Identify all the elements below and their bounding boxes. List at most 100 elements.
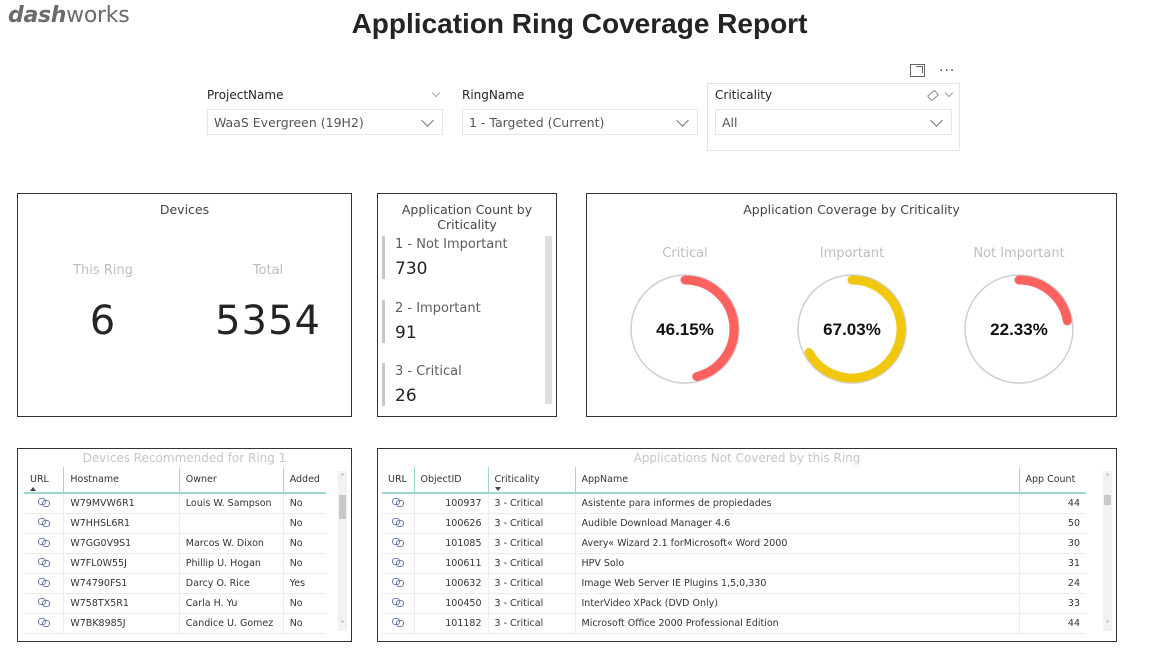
url-cell[interactable]	[24, 573, 64, 594]
link-icon[interactable]	[392, 577, 405, 587]
devices-card-title: Devices	[159, 202, 210, 217]
focus-mode-icon[interactable]	[910, 64, 925, 77]
table-row[interactable]: W74790FS1 Darcy O. Rice Yes	[24, 573, 326, 594]
url-cell[interactable]	[24, 493, 64, 514]
appname-cell: Asistente para informes de propiedades	[574, 493, 1019, 514]
column-header-app-count[interactable]: App Count	[1018, 467, 1086, 494]
scroll-down-icon[interactable]: ˅	[338, 620, 347, 629]
scroll-down-icon[interactable]: ˅	[1103, 620, 1112, 629]
column-header-url[interactable]: URL	[382, 467, 414, 494]
link-icon[interactable]	[38, 577, 51, 587]
coverage-card: Application Coverage by Criticality Crit…	[586, 193, 1117, 417]
owner-cell	[178, 513, 284, 534]
project-slicer-label: ProjectName	[207, 88, 284, 102]
objectid-cell: 100450	[413, 593, 488, 614]
app-count-scrollbar[interactable]	[545, 236, 552, 404]
table-row[interactable]: W7HHSL6R1 No	[24, 513, 326, 534]
chevron-down-icon[interactable]	[944, 88, 954, 98]
url-cell[interactable]	[382, 513, 414, 534]
url-cell[interactable]	[24, 553, 64, 574]
more-options-icon[interactable]: ···	[939, 64, 955, 78]
link-icon[interactable]	[38, 497, 51, 507]
added-cell: No	[282, 533, 326, 554]
project-dropdown[interactable]: WaaS Evergreen (19H2)	[207, 109, 443, 135]
app-count-row-value: 26	[395, 386, 417, 406]
ring-dropdown-value: 1 - Targeted (Current)	[469, 114, 605, 130]
link-icon[interactable]	[38, 617, 51, 627]
app-count-cell: 44	[1018, 613, 1086, 634]
clear-selection-icon[interactable]	[926, 89, 940, 101]
url-cell[interactable]	[24, 513, 64, 534]
url-cell[interactable]	[382, 533, 414, 554]
column-header-label: Owner	[185, 474, 217, 485]
table-row[interactable]: W7GG0V9S1 Marcos W. Dixon No	[24, 533, 326, 554]
added-cell: No	[282, 553, 326, 574]
table-row[interactable]: W7FL0W55J Phillip U. Hogan No	[24, 553, 326, 574]
column-header-appname[interactable]: AppName	[574, 467, 1019, 494]
gauge-label-not-important: Not Important	[973, 246, 1065, 261]
url-cell[interactable]	[24, 593, 64, 614]
table-row[interactable]: 101085 3 - Critical Avery« Wizard 2.1 forM…	[382, 533, 1086, 554]
table-row[interactable]: 100611 3 - Critical HPV Solo 31	[382, 553, 1086, 574]
added-cell: No	[282, 613, 326, 634]
hostname-cell: W7FL0W55J	[63, 553, 180, 574]
column-header-url[interactable]: URL	[24, 467, 64, 494]
link-icon[interactable]	[392, 557, 405, 567]
link-icon[interactable]	[392, 517, 405, 527]
apps-table-scrollbar[interactable]: ˄ ˅	[1103, 471, 1112, 631]
gauge-arc	[1014, 275, 1072, 326]
column-header-hostname[interactable]: Hostname	[63, 467, 180, 494]
link-icon[interactable]	[392, 497, 405, 507]
table-row[interactable]: 100937 3 - Critical Asistente para informe…	[382, 493, 1086, 514]
apps-table-card: Applications Not Covered by this Ring UR…	[377, 448, 1117, 642]
app-count-card-title: Application Count by Criticality	[401, 202, 533, 232]
devices-table-card: Devices Recommended for Ring 1 URL Hostn…	[17, 448, 352, 642]
scroll-thumb[interactable]	[1104, 495, 1111, 505]
gauge-value-important: 67.03%	[823, 320, 881, 339]
link-icon[interactable]	[38, 537, 51, 547]
link-icon[interactable]	[392, 597, 405, 607]
link-icon[interactable]	[38, 557, 51, 567]
owner-cell: Louis W. Sampson	[178, 493, 284, 514]
link-icon[interactable]	[38, 597, 51, 607]
apps-table-title: Applications Not Covered by this Ring	[633, 451, 861, 465]
column-header-owner[interactable]: Owner	[178, 467, 284, 494]
table-row[interactable]: W79MVW6R1 Louis W. Sampson No	[24, 493, 326, 514]
column-header-objectid[interactable]: ObjectID	[413, 467, 488, 494]
chevron-down-icon	[930, 113, 943, 127]
column-header-added[interactable]: Added	[282, 467, 326, 494]
scroll-up-icon[interactable]: ˄	[338, 473, 347, 482]
url-cell[interactable]	[382, 613, 414, 634]
table-row[interactable]: 100632 3 - Critical Image Web Server IE Pl…	[382, 573, 1086, 594]
url-cell[interactable]	[382, 493, 414, 514]
url-cell[interactable]	[24, 533, 64, 554]
url-cell[interactable]	[382, 573, 414, 594]
chevron-down-icon[interactable]	[431, 88, 441, 98]
table-row[interactable]: 100450 3 - Critical InterVideo XPack (DVD …	[382, 593, 1086, 614]
ring-dropdown[interactable]: 1 - Targeted (Current)	[462, 109, 698, 135]
gauge-label-critical: Critical	[662, 246, 708, 261]
app-count-row: 2 - Important 91	[382, 300, 532, 343]
appname-cell: InterVideo XPack (DVD Only)	[574, 593, 1019, 614]
page-title: Application Ring Coverage Report	[351, 8, 808, 39]
table-row[interactable]: W758TX5R1 Carla H. Yu No	[24, 593, 326, 614]
criticality-cell: 3 - Critical	[487, 573, 575, 594]
column-header-criticality[interactable]: Criticality	[487, 467, 575, 494]
url-cell[interactable]	[382, 553, 414, 574]
link-icon[interactable]	[392, 617, 405, 627]
url-cell[interactable]	[382, 593, 414, 614]
link-icon[interactable]	[38, 517, 51, 527]
url-cell[interactable]	[24, 613, 64, 634]
link-icon[interactable]	[392, 537, 405, 547]
criticality-dropdown[interactable]: All	[715, 109, 952, 135]
table-row[interactable]: W7BK8985J Candice U. Gomez No	[24, 613, 326, 634]
column-header-label: Added	[289, 474, 320, 485]
ring-slicer: RingName 1 - Targeted (Current)	[462, 85, 698, 135]
table-row[interactable]: 101182 3 - Critical Microsoft Office 2000 …	[382, 613, 1086, 634]
scroll-up-icon[interactable]: ˄	[1103, 473, 1112, 482]
scroll-thumb[interactable]	[339, 495, 346, 519]
column-header-label: URL	[30, 474, 49, 485]
devices-table-scrollbar[interactable]: ˄ ˅	[338, 471, 347, 631]
coverage-card-title: Application Coverage by Criticality	[743, 202, 960, 217]
table-row[interactable]: 100626 3 - Critical Audible Download Manag…	[382, 513, 1086, 534]
